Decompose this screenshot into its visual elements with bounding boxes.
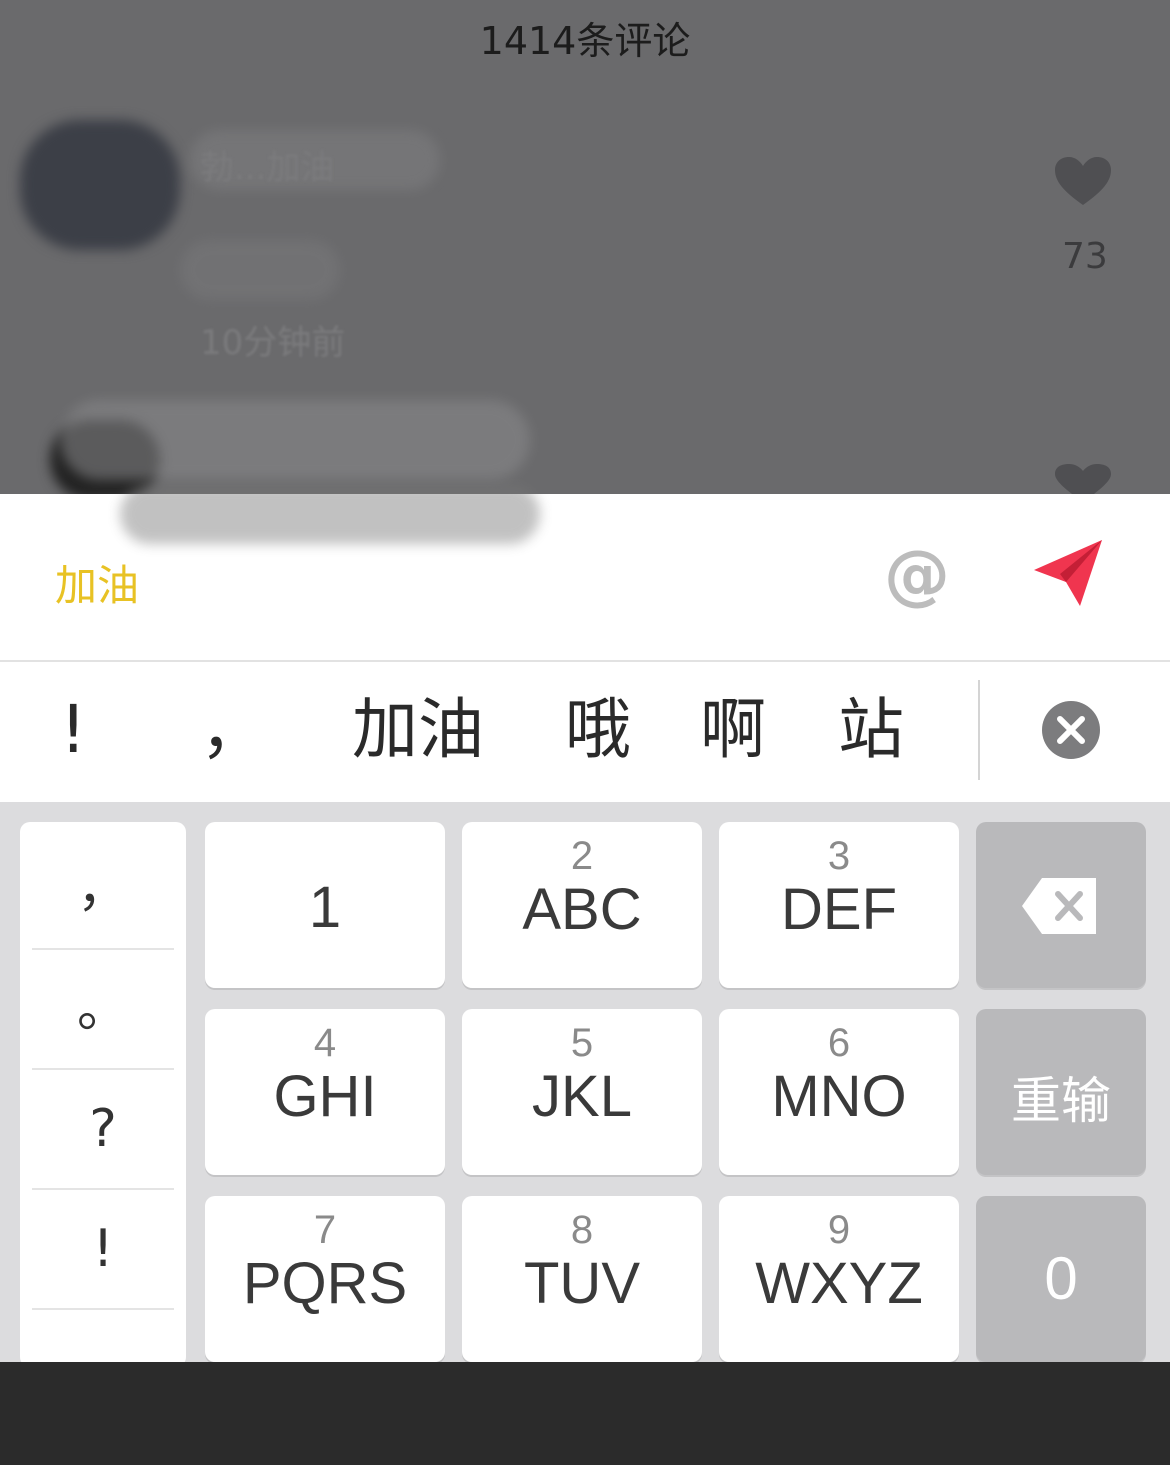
key-zero-label: 0 <box>1044 1245 1078 1312</box>
candidate-separator <box>978 680 980 780</box>
candidate-item[interactable]: 加油 <box>352 690 484 769</box>
like-count: 73 <box>1062 236 1108 277</box>
comment-sheet: 1414条评论 勃...加油 10分钟前 73 <box>0 0 1170 500</box>
key-letters: GHI <box>273 1064 377 1129</box>
key-number: 3 <box>827 834 851 878</box>
comment-time: 10分钟前 <box>200 323 346 363</box>
comment-input-bar: 加油 @ <box>0 484 1170 660</box>
punctuation-column: ， 。 ? ! <box>20 822 186 1367</box>
key-letters: TUV <box>524 1251 640 1316</box>
comment-input-field[interactable]: 加油 <box>55 552 139 613</box>
key-5[interactable]: 5 JKL <box>462 1009 702 1175</box>
key-8[interactable]: 8 TUV <box>462 1196 702 1362</box>
candidate-item[interactable]: ! <box>60 690 86 769</box>
key-label: 1 <box>308 875 342 940</box>
reenter-label: 重输 <box>1011 1072 1111 1130</box>
key-0[interactable]: 0 <box>976 1196 1146 1362</box>
key-letters: WXYZ <box>755 1251 923 1316</box>
key-number: 7 <box>313 1208 337 1252</box>
redacted-text <box>180 240 340 300</box>
key-number: 8 <box>570 1208 594 1252</box>
key-letters: ABC <box>522 877 642 942</box>
candidate-bar: ! ， 加油 哦 啊 站 <box>0 662 1170 802</box>
comment-count-title: 1414条评论 <box>479 19 691 63</box>
reenter-button[interactable]: 重输 <box>976 1009 1146 1175</box>
redacted-overflow <box>120 484 540 544</box>
heart-icon[interactable] <box>1053 155 1113 207</box>
key-4[interactable]: 4 GHI <box>205 1009 445 1175</box>
key-letters: JKL <box>532 1064 632 1129</box>
key-number: 4 <box>313 1021 337 1065</box>
clear-circle-icon[interactable] <box>1041 700 1101 760</box>
key-7[interactable]: 7 PQRS <box>205 1196 445 1362</box>
key-letters: MNO <box>771 1064 907 1129</box>
key-number: 2 <box>570 834 594 878</box>
candidate-item[interactable]: 站 <box>838 690 904 769</box>
key-number: 5 <box>570 1021 594 1065</box>
redacted-name-2 <box>60 400 530 480</box>
key-letters: DEF <box>781 877 897 942</box>
mention-button[interactable]: @ <box>884 542 950 608</box>
key-number: 6 <box>827 1021 851 1065</box>
candidate-item[interactable]: 哦 <box>565 690 631 769</box>
paper-plane-icon[interactable] <box>1030 538 1106 610</box>
punctuation-key[interactable]: 。 <box>32 950 174 1070</box>
heart-icon-2[interactable] <box>1053 462 1113 494</box>
comment-text: 勃...加油 <box>200 148 335 188</box>
backspace-button[interactable] <box>976 822 1146 988</box>
key-3[interactable]: 3 DEF <box>719 822 959 988</box>
key-letters: PQRS <box>242 1251 408 1316</box>
t9-keyboard: ， 。 ? ! 1 2 ABC 3 DEF 4 GHI 5 JKL 6 MNO … <box>0 802 1170 1367</box>
candidate-item[interactable]: 啊 <box>700 690 766 769</box>
punctuation-key[interactable]: ! <box>32 1190 174 1310</box>
redacted-avatar <box>20 120 180 250</box>
backspace-icon <box>1022 878 1096 934</box>
bottom-band <box>0 1362 1170 1465</box>
punctuation-key[interactable]: ， <box>32 830 174 950</box>
key-1[interactable]: 1 <box>205 822 445 988</box>
key-2[interactable]: 2 ABC <box>462 822 702 988</box>
key-number: 9 <box>827 1208 851 1252</box>
key-6[interactable]: 6 MNO <box>719 1009 959 1175</box>
punctuation-key[interactable]: ? <box>32 1070 174 1190</box>
candidate-item[interactable]: ， <box>200 690 266 769</box>
key-9[interactable]: 9 WXYZ <box>719 1196 959 1362</box>
